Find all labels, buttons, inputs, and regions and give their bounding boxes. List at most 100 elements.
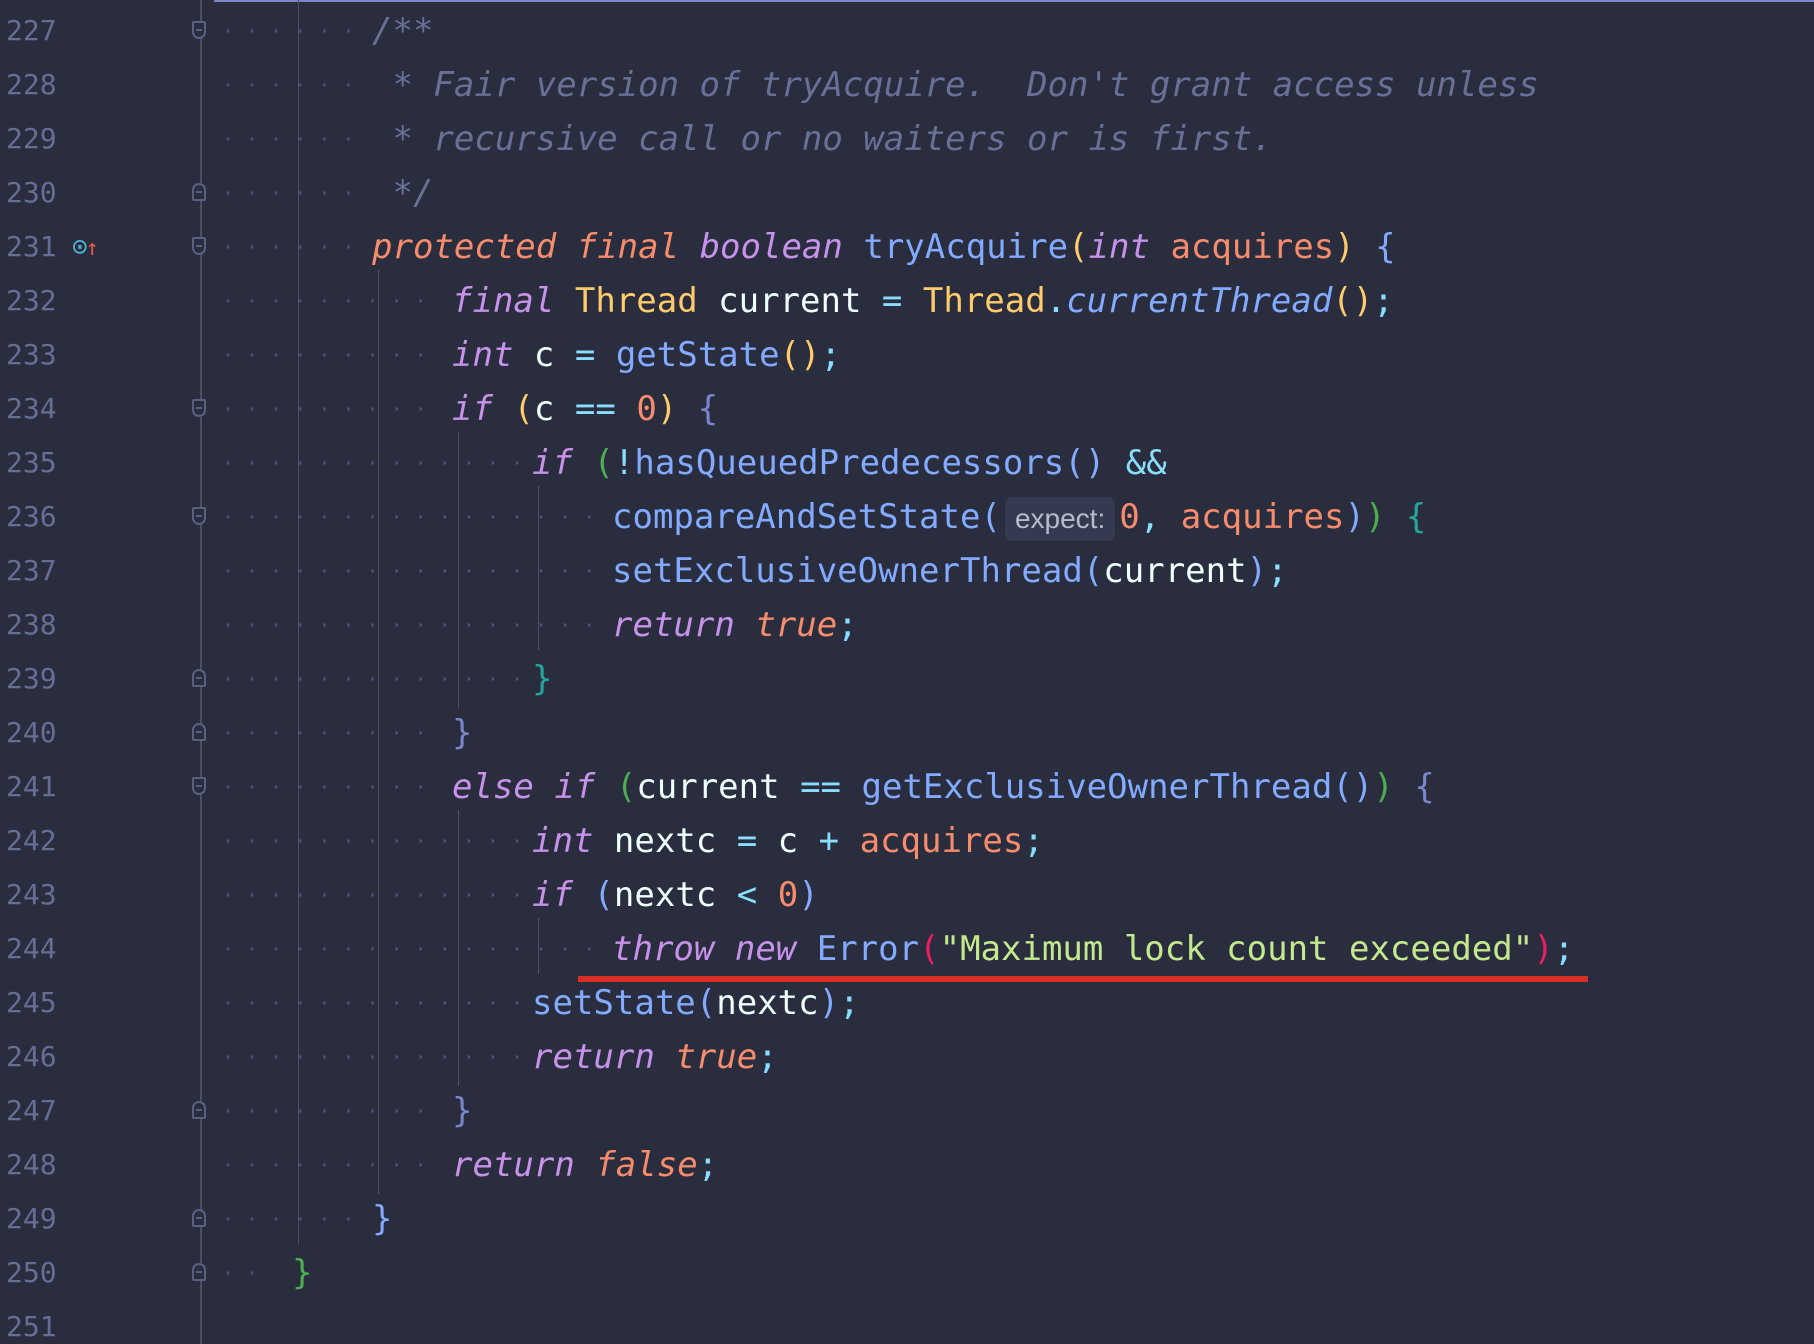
code-line[interactable]: 245 · · · · · · · · · · · · · setState(nex… xyxy=(0,976,1814,1030)
code-token: current xyxy=(636,767,801,807)
fold-end-icon[interactable] xyxy=(192,1101,206,1119)
code-line[interactable]: 227 · · · · · · /** xyxy=(0,4,1814,58)
line-number: 236 xyxy=(6,500,57,533)
code-token: ( xyxy=(593,875,614,915)
line-number: 239 xyxy=(6,662,57,695)
code-line[interactable]: 248 · · · · · · · · · return false; xyxy=(0,1138,1814,1192)
whitespace-markers: · · · · · · · · · xyxy=(222,721,427,745)
line-number: 243 xyxy=(6,878,57,911)
code-line[interactable]: 232 · · · · · · · · · final Thread current… xyxy=(0,274,1814,328)
fold-end-icon[interactable] xyxy=(192,183,206,201)
line-number: 233 xyxy=(6,338,57,371)
line-number: 242 xyxy=(6,824,57,857)
code-text: compareAndSetState(expect: 0, acquires)) … xyxy=(612,490,1426,544)
code-token: && xyxy=(1125,443,1167,483)
whitespace-markers: · · · · · · · · · · · · · xyxy=(222,451,524,475)
code-token: ) xyxy=(1373,767,1394,807)
code-text: protected final boolean tryAcquire(int a… xyxy=(372,220,1396,274)
code-line[interactable]: 241 · · · · · · · · · else if (current == … xyxy=(0,760,1814,814)
code-text: } xyxy=(292,1246,312,1300)
whitespace-markers: · · xyxy=(222,1261,259,1285)
code-token: compareAndSetState xyxy=(612,497,981,537)
code-token: ( xyxy=(980,497,1001,537)
code-line[interactable]: 247 · · · · · · · · ·} xyxy=(0,1084,1814,1138)
code-token: ( xyxy=(1082,551,1104,591)
code-line[interactable]: 236 · · · · · · · · · · · · · · · · compar… xyxy=(0,490,1814,544)
line-number: 247 xyxy=(6,1094,57,1127)
code-line[interactable]: 242 · · · · · · · · · · · · · int nextc = … xyxy=(0,814,1814,868)
code-line[interactable]: 249 · · · · · ·} xyxy=(0,1192,1814,1246)
fold-collapse-icon[interactable] xyxy=(192,777,206,795)
line-number: 230 xyxy=(6,176,57,209)
code-line[interactable]: 244 · · · · · · · · · · · · · · · · throw … xyxy=(0,922,1814,976)
code-token: ( xyxy=(513,389,534,429)
fold-end-icon[interactable] xyxy=(192,723,206,741)
whitespace-markers: · · · · · · · · · · · · · xyxy=(222,667,524,691)
code-token: return xyxy=(452,1145,575,1185)
code-line[interactable]: 239 · · · · · · · · · · · · ·} xyxy=(0,652,1814,706)
line-number: 231 xyxy=(6,230,57,263)
code-line[interactable]: 251 xyxy=(0,1300,1814,1344)
whitespace-markers: · · · · · · xyxy=(222,235,355,259)
code-token: ; xyxy=(1023,821,1044,861)
code-line[interactable]: 229 · · · · · · * recursive call or no wa… xyxy=(0,112,1814,166)
code-line[interactable]: 240 · · · · · · · · ·} xyxy=(0,706,1814,760)
whitespace-markers: · · · · · · · · · xyxy=(222,289,427,313)
code-token: 0 xyxy=(777,875,799,915)
code-token: c xyxy=(757,821,819,861)
code-text: int c = getState(); xyxy=(452,328,841,382)
fold-end-icon[interactable] xyxy=(192,1209,206,1227)
code-line[interactable]: 234 · · · · · · · · · if (c == 0) { xyxy=(0,382,1814,436)
code-token: ) xyxy=(798,875,819,915)
code-text: throw new Error("Maximum lock count exce… xyxy=(612,922,1574,976)
fold-collapse-icon[interactable] xyxy=(192,21,206,39)
code-editor[interactable]: 227 · · · · · · /** 228 · · · · · · * Fair v… xyxy=(0,0,1814,1344)
code-line[interactable]: 228 · · · · · · * Fair version of tryAcqu… xyxy=(0,58,1814,112)
line-number: 227 xyxy=(6,14,57,47)
code-text: * recursive call or no waiters or is fir… xyxy=(372,112,1272,166)
code-token: ; xyxy=(837,605,858,645)
fold-collapse-icon[interactable] xyxy=(192,399,206,417)
code-line[interactable]: 230 · · · · · · */ xyxy=(0,166,1814,220)
code-line[interactable]: 231 ⊙↑ · · · · · · protected final boolean … xyxy=(0,220,1814,274)
code-line[interactable]: 246 · · · · · · · · · · · · · return true; xyxy=(0,1030,1814,1084)
code-token: */ xyxy=(372,173,434,213)
code-text: } xyxy=(532,652,552,706)
code-token: 0 xyxy=(1119,497,1140,537)
code-token: ( xyxy=(593,443,614,483)
fold-collapse-icon[interactable] xyxy=(192,507,206,525)
code-line[interactable]: 238 · · · · · · · · · · · · · · · · return… xyxy=(0,598,1814,652)
whitespace-markers: · · · · · · xyxy=(222,19,355,43)
code-token: = xyxy=(574,335,596,375)
fold-end-icon[interactable] xyxy=(192,1263,206,1281)
code-line[interactable]: 233 · · · · · · · · · int c = getState(); xyxy=(0,328,1814,382)
code-token: true xyxy=(675,1037,758,1077)
code-text: return false; xyxy=(452,1138,718,1192)
code-token: () xyxy=(1332,767,1374,807)
code-token: ! xyxy=(613,443,635,483)
code-token: ; xyxy=(757,1037,778,1077)
fold-collapse-icon[interactable] xyxy=(192,237,206,255)
code-token: = xyxy=(881,281,903,321)
fold-end-icon[interactable] xyxy=(192,669,206,687)
code-token: nextc xyxy=(593,821,737,861)
code-token: int xyxy=(1088,227,1150,267)
line-number: 251 xyxy=(6,1310,57,1343)
editor-top-border xyxy=(214,0,1814,2)
code-line[interactable]: 235 · · · · · · · · · · · · · if (!hasQueu… xyxy=(0,436,1814,490)
code-line[interactable]: 237 · · · · · · · · · · · · · · · · setExc… xyxy=(0,544,1814,598)
code-token: int xyxy=(452,335,514,375)
code-token: tryAcquire xyxy=(863,227,1069,267)
code-token: true xyxy=(755,605,838,645)
implements-method-icon[interactable]: ⊙↑ xyxy=(72,220,99,276)
code-line[interactable]: 250 · ·} xyxy=(0,1246,1814,1300)
code-token: { xyxy=(697,389,719,429)
code-token: } xyxy=(292,1253,313,1293)
code-line[interactable]: 243 · · · · · · · · · · · · · if (nextc < … xyxy=(0,868,1814,922)
